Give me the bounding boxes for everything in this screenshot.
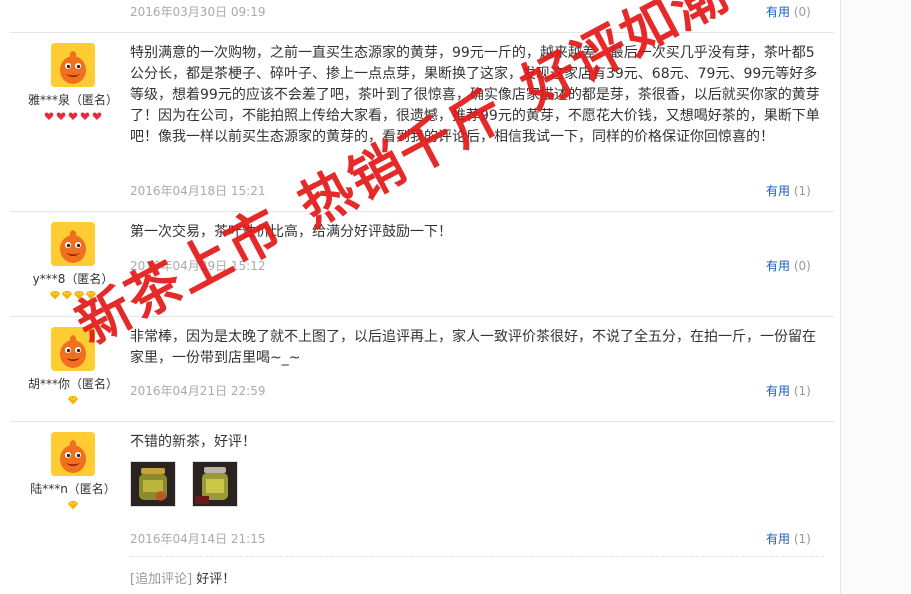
- review-content: 特别满意的一次购物，之前一直买生态源家的黄芽，99元一斤的，越来越差，最后一次买…: [130, 43, 820, 148]
- taobao-avatar-icon: [51, 327, 95, 371]
- avatar[interactable]: [51, 327, 95, 371]
- review-page: 2016年03月30日 09:19 有用 (0) 雅***泉（匿名） 特别满意的…: [0, 0, 911, 594]
- diamond-badge-icon: [68, 500, 78, 510]
- review-date: 2016年04月18日 15:21: [130, 184, 266, 198]
- useful-count: (0): [793, 259, 811, 273]
- followup-text: 好评！: [196, 572, 236, 587]
- reviewer-name: 陆***n（匿名）: [30, 482, 116, 496]
- review-photo-thumbnail[interactable]: [130, 461, 176, 507]
- useful-button[interactable]: 有用 (0): [766, 257, 811, 274]
- review-item: 胡***你（匿名） 非常棒，因为是太晚了就不上图了，以后追评再上，家人一致评价茶…: [0, 317, 834, 421]
- right-border: [840, 0, 841, 594]
- reviewer: y***8（匿名）: [18, 222, 128, 302]
- useful-count: (1): [793, 184, 811, 198]
- followup-tag: [追加评论]: [130, 572, 193, 587]
- useful-count: (0): [793, 5, 811, 19]
- review-text: 不错的新茶，好评！: [130, 434, 256, 450]
- useful-button[interactable]: 有用 (1): [766, 530, 811, 547]
- heart-badge-icon: [56, 112, 66, 120]
- avatar[interactable]: [51, 432, 95, 476]
- heart-badge-icon: [92, 112, 102, 120]
- diamond-badge-icon: [62, 290, 72, 300]
- review-item: 2016年03月30日 09:19 有用 (0): [0, 0, 834, 32]
- tea-jar-photo: [131, 462, 175, 506]
- diamond-badge-icon: [50, 290, 60, 300]
- review-photos: [130, 461, 820, 507]
- useful-button[interactable]: 有用 (1): [766, 382, 811, 399]
- heart-badge-icon: [80, 112, 90, 120]
- useful-button[interactable]: 有用 (0): [766, 3, 811, 20]
- review-photo-thumbnail[interactable]: [192, 461, 238, 507]
- useful-label: 有用: [766, 259, 791, 273]
- useful-button[interactable]: 有用 (1): [766, 182, 811, 199]
- followup-review: [追加评论] 好评！: [130, 568, 235, 587]
- useful-label: 有用: [766, 384, 791, 398]
- useful-label: 有用: [766, 184, 791, 198]
- heart-badge-icon: [44, 112, 54, 120]
- credit-badges: [18, 290, 128, 302]
- review-date: 2016年04月21日 22:59: [130, 384, 266, 398]
- diamond-badge-icon: [68, 395, 78, 405]
- review-date: 2016年03月30日 09:19: [130, 5, 266, 19]
- credit-badges: [18, 395, 128, 407]
- reviewer-name: 雅***泉（匿名）: [27, 93, 118, 107]
- useful-label: 有用: [766, 532, 791, 546]
- reviewer-name: y***8（匿名）: [32, 272, 114, 286]
- review-date: 2016年04月29日 15:12: [130, 259, 266, 273]
- useful-count: (1): [793, 384, 811, 398]
- reviewer: 胡***你（匿名）: [18, 327, 128, 407]
- useful-count: (1): [793, 532, 811, 546]
- reviewer: 雅***泉（匿名）: [18, 43, 128, 123]
- review-item: 雅***泉（匿名） 特别满意的一次购物，之前一直买生态源家的黄芽，99元一斤的，…: [0, 33, 834, 211]
- review-content: 不错的新茶，好评！: [130, 432, 820, 507]
- credit-badges: [18, 111, 128, 123]
- review-content: 第一次交易，茶叶性价比高，给满分好评鼓励一下！: [130, 222, 820, 243]
- heart-badge-icon: [68, 112, 78, 120]
- reviewer: 陆***n（匿名）: [18, 432, 128, 512]
- tea-jar-photo: [193, 462, 237, 506]
- review-date: 2016年04月14日 21:15: [130, 532, 266, 546]
- diamond-badge-icon: [86, 290, 96, 300]
- review-text: 非常棒，因为是太晚了就不上图了，以后追评再上，家人一致评价茶很好，不说了全五分，…: [130, 329, 816, 366]
- reviewer-name: 胡***你（匿名）: [27, 377, 118, 391]
- review-list: 2016年03月30日 09:19 有用 (0) 雅***泉（匿名） 特别满意的…: [0, 0, 840, 594]
- avatar[interactable]: [51, 222, 95, 266]
- review-text: 特别满意的一次购物，之前一直买生态源家的黄芽，99元一斤的，越来越差，最后一次买…: [130, 45, 820, 145]
- taobao-avatar-icon: [51, 432, 95, 476]
- avatar[interactable]: [51, 43, 95, 87]
- review-item: 陆***n（匿名） 不错的新茶，好评！ 2016年04月14日 21:15 有用…: [0, 422, 834, 594]
- followup-divider: [130, 556, 824, 557]
- diamond-badge-icon: [74, 290, 84, 300]
- taobao-avatar-icon: [51, 222, 95, 266]
- review-text: 第一次交易，茶叶性价比高，给满分好评鼓励一下！: [130, 224, 452, 240]
- right-margin: [841, 0, 911, 594]
- credit-badges: [18, 500, 128, 512]
- useful-label: 有用: [766, 5, 791, 19]
- review-item: y***8（匿名） 第一次交易，茶叶性价比高，给满分好评鼓励一下！ 2016年0…: [0, 212, 834, 316]
- taobao-avatar-icon: [51, 43, 95, 87]
- review-content: 非常棒，因为是太晚了就不上图了，以后追评再上，家人一致评价茶很好，不说了全五分，…: [130, 327, 820, 369]
